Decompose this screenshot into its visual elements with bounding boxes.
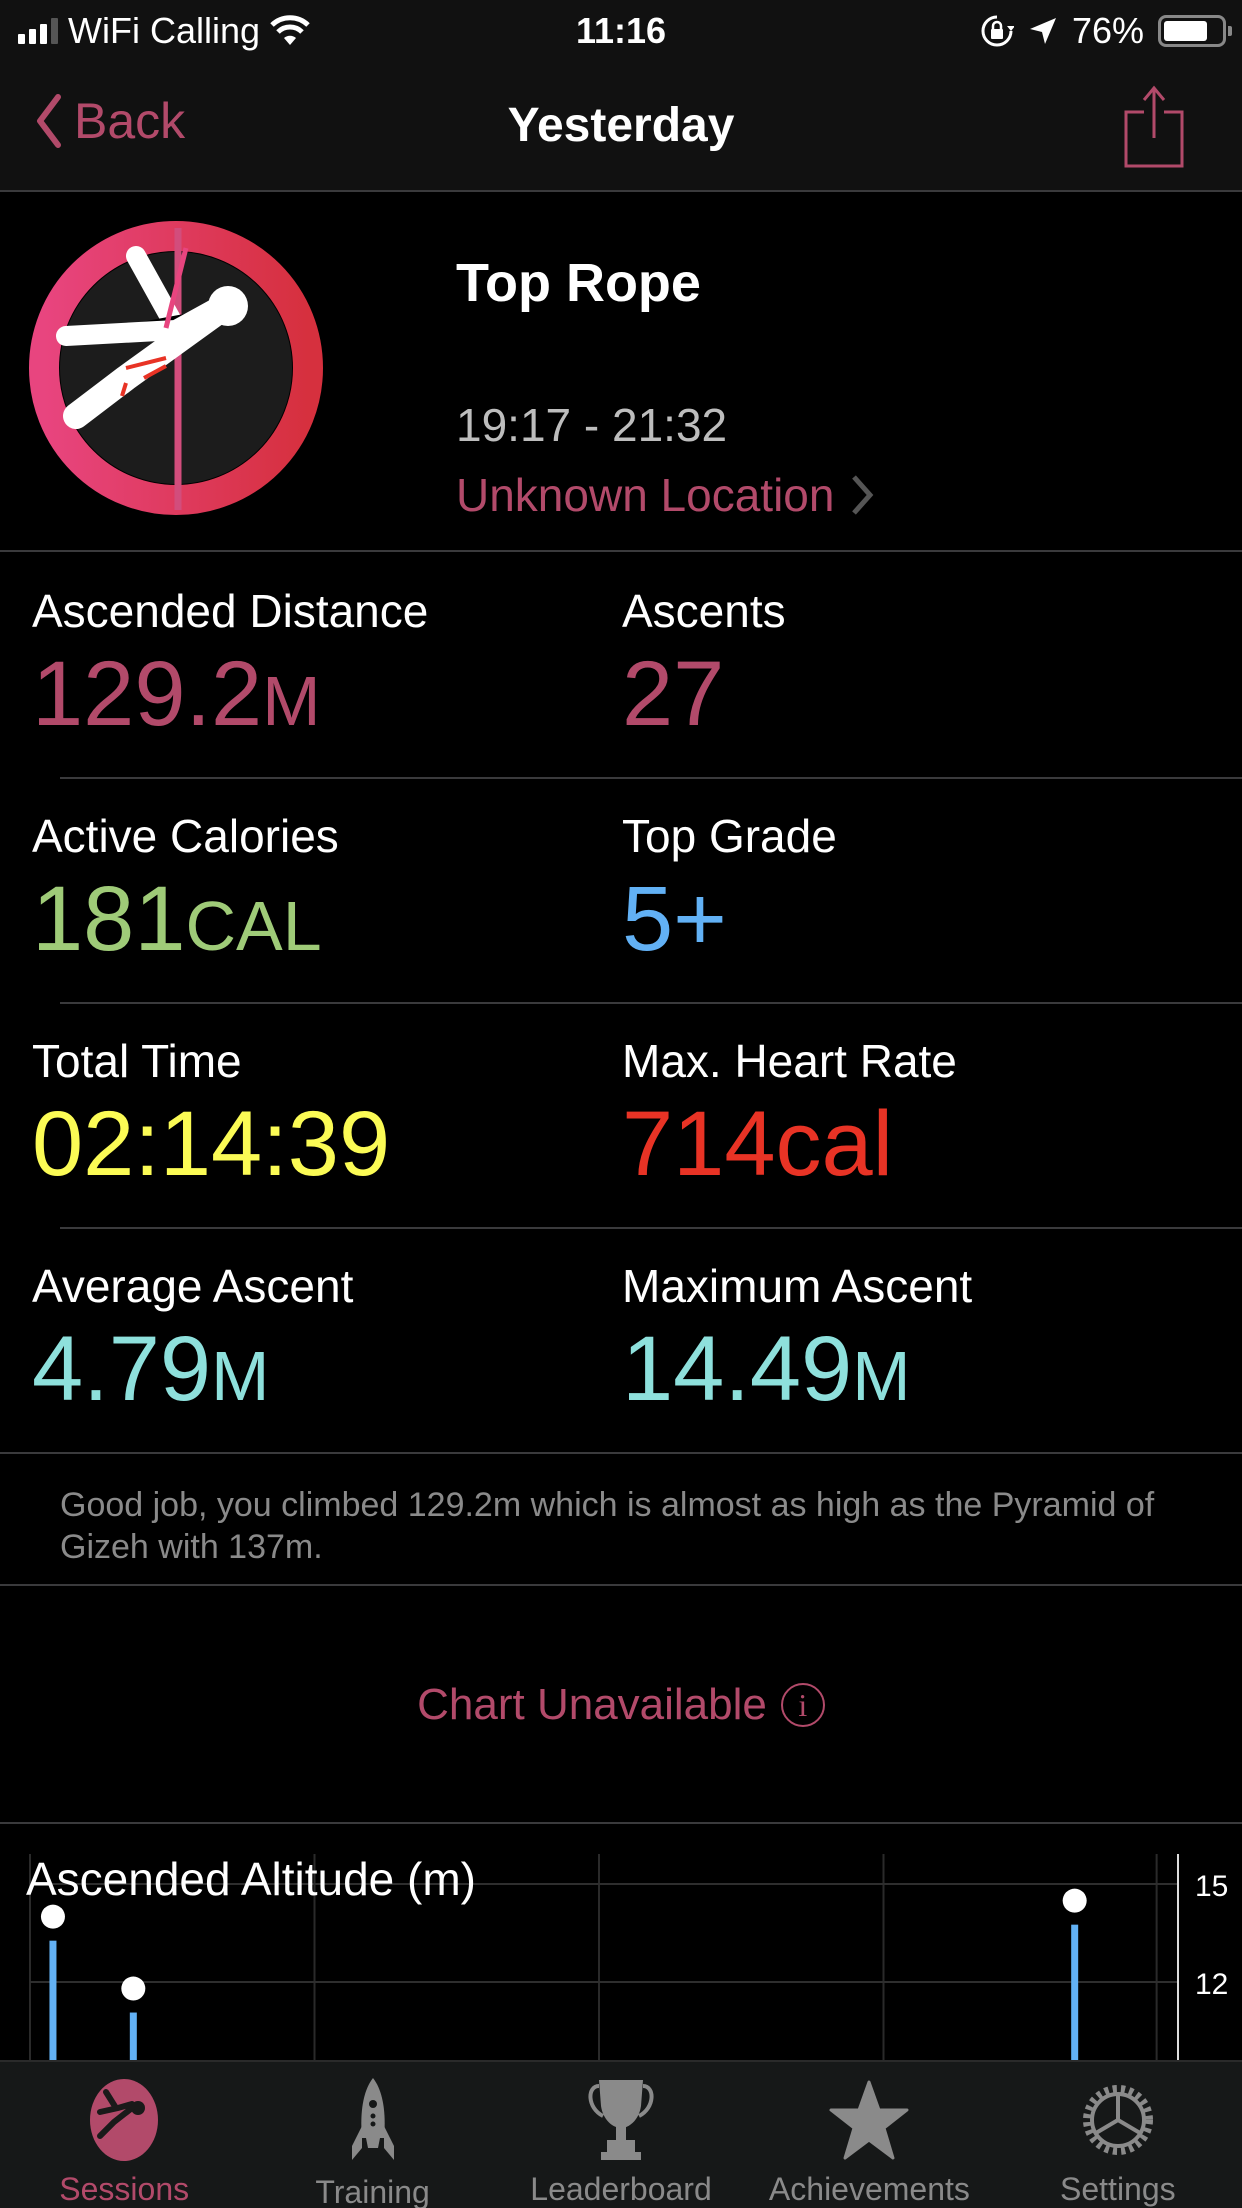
tab-label: Achievements	[768, 2171, 970, 2207]
tab-training[interactable]: Training	[248, 2062, 496, 2208]
battery-percent: 76%	[1071, 10, 1144, 51]
session-time-range: 19:17 - 21:32	[456, 399, 728, 451]
trophy-icon	[588, 2079, 654, 2160]
back-button[interactable]: Back	[34, 92, 185, 150]
stat-number: 129.2	[32, 643, 263, 745]
rocket-icon	[351, 2078, 394, 2160]
tab-label: Training	[315, 2174, 430, 2208]
achievement-note: Good job, you climbed 129.2m which is al…	[0, 1454, 1242, 1586]
tab-label: Settings	[1060, 2171, 1176, 2207]
stat-top-grade: Top Grade 5+	[622, 809, 837, 976]
stat-active-calories: Active Calories 181CAL	[32, 809, 339, 976]
status-right: 76%	[980, 10, 1232, 52]
tab-label: Leaderboard	[530, 2171, 712, 2207]
info-icon[interactable]: i	[780, 1683, 825, 1727]
stat-value: 181CAL	[32, 869, 339, 976]
altitude-point	[121, 1976, 146, 2001]
altitude-bar	[1071, 1924, 1079, 2060]
stats-row: Average Ascent 4.79M Maximum Ascent 14.4…	[0, 1229, 1242, 1454]
stat-value: 14.49M	[622, 1319, 972, 1426]
climber-icon	[90, 2078, 159, 2161]
altitude-point	[1062, 1888, 1087, 1913]
top-rope-climber-icon	[29, 221, 323, 515]
stat-label: Max. Heart Rate	[622, 1035, 957, 1087]
stat-label: Average Ascent	[32, 1260, 354, 1312]
y-tick-label: 12	[1195, 1968, 1228, 2001]
tab-achievements[interactable]: Achievements	[745, 2062, 993, 2208]
stat-label: Total Time	[32, 1035, 242, 1087]
stats-row: Ascended Distance 129.2M Ascents 27	[32, 554, 1242, 779]
y-tick-label: 15	[1195, 1870, 1228, 1903]
stat-ascended-distance: Ascended Distance 129.2M	[32, 584, 428, 751]
stat-number: 714cal	[622, 1093, 894, 1195]
star-icon	[829, 2080, 909, 2159]
chevron-left-icon	[37, 94, 61, 148]
stat-unit: M	[852, 1337, 911, 1415]
stat-total-time: Total Time 02:14:39	[32, 1034, 390, 1201]
stat-label: Ascended Distance	[32, 585, 429, 637]
altitude-point	[40, 1904, 65, 1929]
stat-ascents: Ascents 27	[622, 584, 786, 751]
gear-icon	[1082, 2084, 1153, 2155]
chart-title: Ascended Altitude (m)	[26, 1853, 477, 1905]
stat-label: Maximum Ascent	[622, 1260, 973, 1312]
stat-label: Top Grade	[622, 810, 837, 862]
chevron-right-icon	[852, 475, 874, 515]
stat-unit: CAL	[185, 887, 322, 965]
stat-value: 714cal	[622, 1094, 957, 1201]
stat-value: 129.2M	[32, 644, 428, 751]
stat-label: Active Calories	[32, 810, 339, 862]
stat-number: 181	[32, 868, 186, 970]
chart-unavailable-button[interactable]: Chart Unavailable i	[0, 1588, 1242, 1824]
session-type: Top Rope	[456, 253, 701, 313]
stat-number: 4.79	[32, 1318, 212, 1420]
stat-label: Ascents	[622, 585, 786, 637]
tab-sessions[interactable]: Sessions	[0, 2062, 248, 2208]
orientation-lock-icon	[981, 15, 1014, 47]
location-link[interactable]: Unknown Location	[456, 468, 874, 522]
stat-number: 14.49	[622, 1318, 853, 1420]
stat-number: 02:14:39	[32, 1093, 391, 1195]
back-label: Back	[74, 93, 186, 149]
stat-unit: M	[211, 1337, 270, 1415]
stat-number: 5+	[622, 868, 727, 970]
stat-value: 4.79M	[32, 1319, 353, 1426]
stats-row: Total Time 02:14:39 Max. Heart Rate 714c…	[32, 1004, 1242, 1229]
altitude-bar	[49, 1940, 57, 2060]
tab-label: Sessions	[59, 2171, 190, 2207]
session-header: Top Rope 19:17 - 21:32 Unknown Location	[0, 192, 1242, 552]
location-arrow-icon	[1029, 18, 1056, 44]
tab-leaderboard[interactable]: Leaderboard	[497, 2062, 745, 2208]
share-button[interactable]	[1124, 84, 1184, 168]
tab-bar: Sessions Training Leaderboard Achievemen…	[0, 2060, 1242, 2208]
stat-max-heart-rate: Max. Heart Rate 714cal	[622, 1034, 957, 1201]
stat-maximum-ascent: Maximum Ascent 14.49M	[622, 1259, 972, 1426]
stats-row: Active Calories 181CAL Top Grade 5+	[32, 779, 1242, 1004]
stat-average-ascent: Average Ascent 4.79M	[32, 1259, 353, 1426]
stat-unit: M	[262, 662, 321, 740]
stat-number: 27	[622, 643, 725, 745]
navigation-bar: Back Yesterday	[0, 62, 1242, 192]
location-label: Unknown Location	[456, 469, 835, 521]
stat-value: 27	[622, 644, 786, 751]
ascended-altitude-chart[interactable]: 12 15 Ascended Altitude (m)	[0, 1840, 1242, 2060]
stats-grid: Ascended Distance 129.2M Ascents 27 Acti…	[0, 554, 1242, 1454]
stat-value: 5+	[622, 869, 837, 976]
tab-settings[interactable]: Settings	[994, 2062, 1242, 2208]
status-bar: WiFi Calling 11:16 76%	[0, 0, 1242, 62]
chart-unavailable-label: Chart Unavailable	[417, 1680, 767, 1729]
stat-value: 02:14:39	[32, 1094, 390, 1201]
battery-fill	[1164, 21, 1207, 41]
page-title: Yesterday	[507, 99, 735, 152]
altitude-bar	[129, 2012, 137, 2060]
battery-icon	[1158, 15, 1232, 47]
